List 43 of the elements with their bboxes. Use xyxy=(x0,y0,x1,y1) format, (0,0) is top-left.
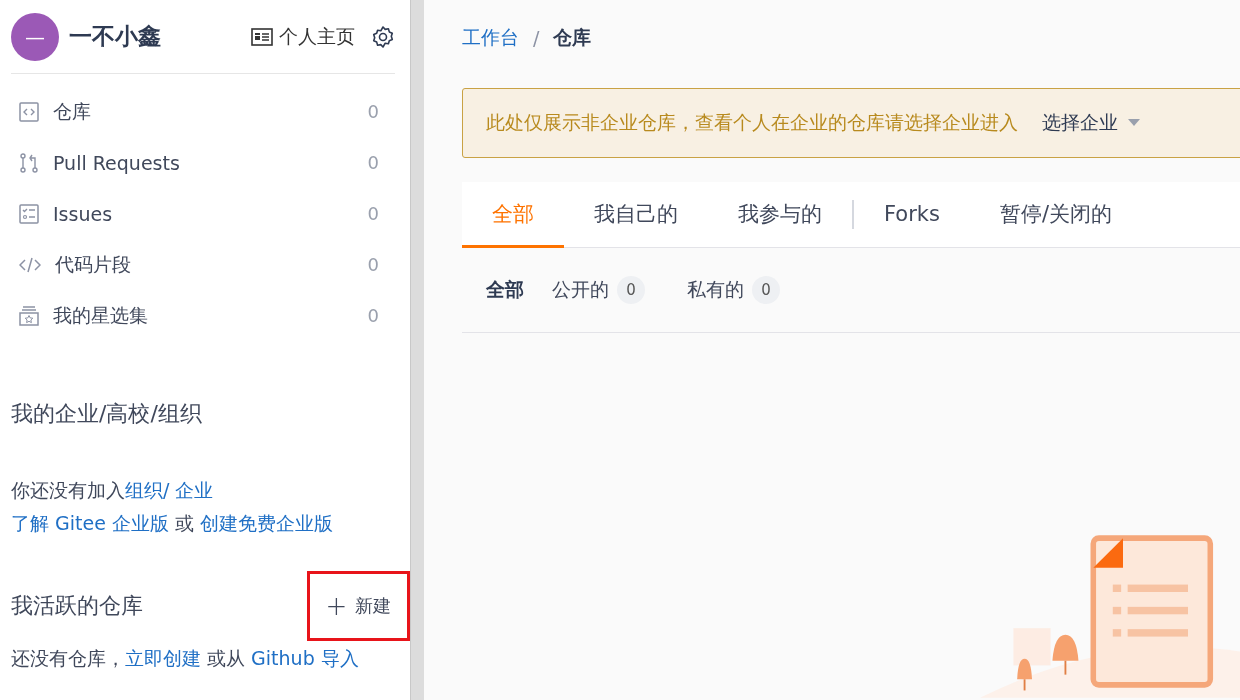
pull-request-icon xyxy=(19,152,39,173)
info-text: 了解 Gitee 企业版 或 创建免费企业版 xyxy=(11,511,334,536)
section-heading: 我的企业/高校/组织 xyxy=(11,400,203,428)
text-link[interactable]: 组织/ 企业 xyxy=(125,479,214,501)
settings-icon[interactable] xyxy=(371,24,395,49)
profile-link[interactable]: 个人主页 xyxy=(251,23,355,50)
item-count: 0 xyxy=(367,152,380,173)
text-link[interactable]: Github 导入 xyxy=(251,647,359,669)
text-link[interactable]: 了解 Gitee 企业版 xyxy=(11,512,169,534)
sidebar-item[interactable]: 仓库 0 xyxy=(19,86,395,137)
filter-tab[interactable]: 私有的 0 xyxy=(687,276,794,304)
breadcrumb-item[interactable]: 工作台 xyxy=(462,24,519,51)
avatar[interactable]: — xyxy=(11,12,59,61)
checklist-icon xyxy=(19,203,39,224)
text-link[interactable]: 创建免费企业版 xyxy=(200,512,333,534)
user-name: 一不小鑫 xyxy=(69,22,162,51)
item-count: 0 xyxy=(367,305,380,326)
info-text: 你还没有加入组织/ 企业 xyxy=(11,478,215,503)
code-box-icon xyxy=(19,101,39,122)
item-count: 0 xyxy=(367,254,380,275)
tab[interactable]: 暂停/关闭的 xyxy=(969,182,1142,248)
tab[interactable]: 我参与的 xyxy=(708,182,852,248)
info-text: 还没有仓库，立即创建 或从 Github 导入 xyxy=(11,646,360,671)
new-button[interactable]: + 新建 xyxy=(307,571,410,641)
tab[interactable]: Forks xyxy=(854,182,970,248)
sidebar-item[interactable]: Pull Requests 0 xyxy=(19,137,395,188)
filter-tab[interactable]: 全部 xyxy=(486,277,524,303)
caret-icon xyxy=(1128,119,1140,127)
breadcrumb-item[interactable]: 仓库 xyxy=(553,24,592,51)
item-count: 0 xyxy=(367,101,380,122)
star-collection-icon xyxy=(19,305,39,326)
section-heading: 我活跃的仓库 xyxy=(11,592,143,620)
id-card-icon xyxy=(251,27,273,46)
sidebar-item[interactable]: 代码片段 0 xyxy=(19,239,395,290)
item-count: 0 xyxy=(367,203,380,224)
enterprise-dropdown[interactable]: 选择企业 xyxy=(1042,110,1140,136)
text-link[interactable]: 立即创建 xyxy=(125,647,201,669)
notice-text: 此处仅展示非企业仓库，查看个人在企业的仓库请选择企业进入 xyxy=(486,110,1018,135)
sidebar-item[interactable]: 我的星选集 0 xyxy=(19,290,395,341)
filter-tab[interactable]: 公开的 0 xyxy=(552,276,659,304)
sidebar-item[interactable]: Issues 0 xyxy=(19,188,395,239)
tab[interactable]: 我自己的 xyxy=(564,182,708,248)
breadcrumb-separator: / xyxy=(533,26,540,49)
